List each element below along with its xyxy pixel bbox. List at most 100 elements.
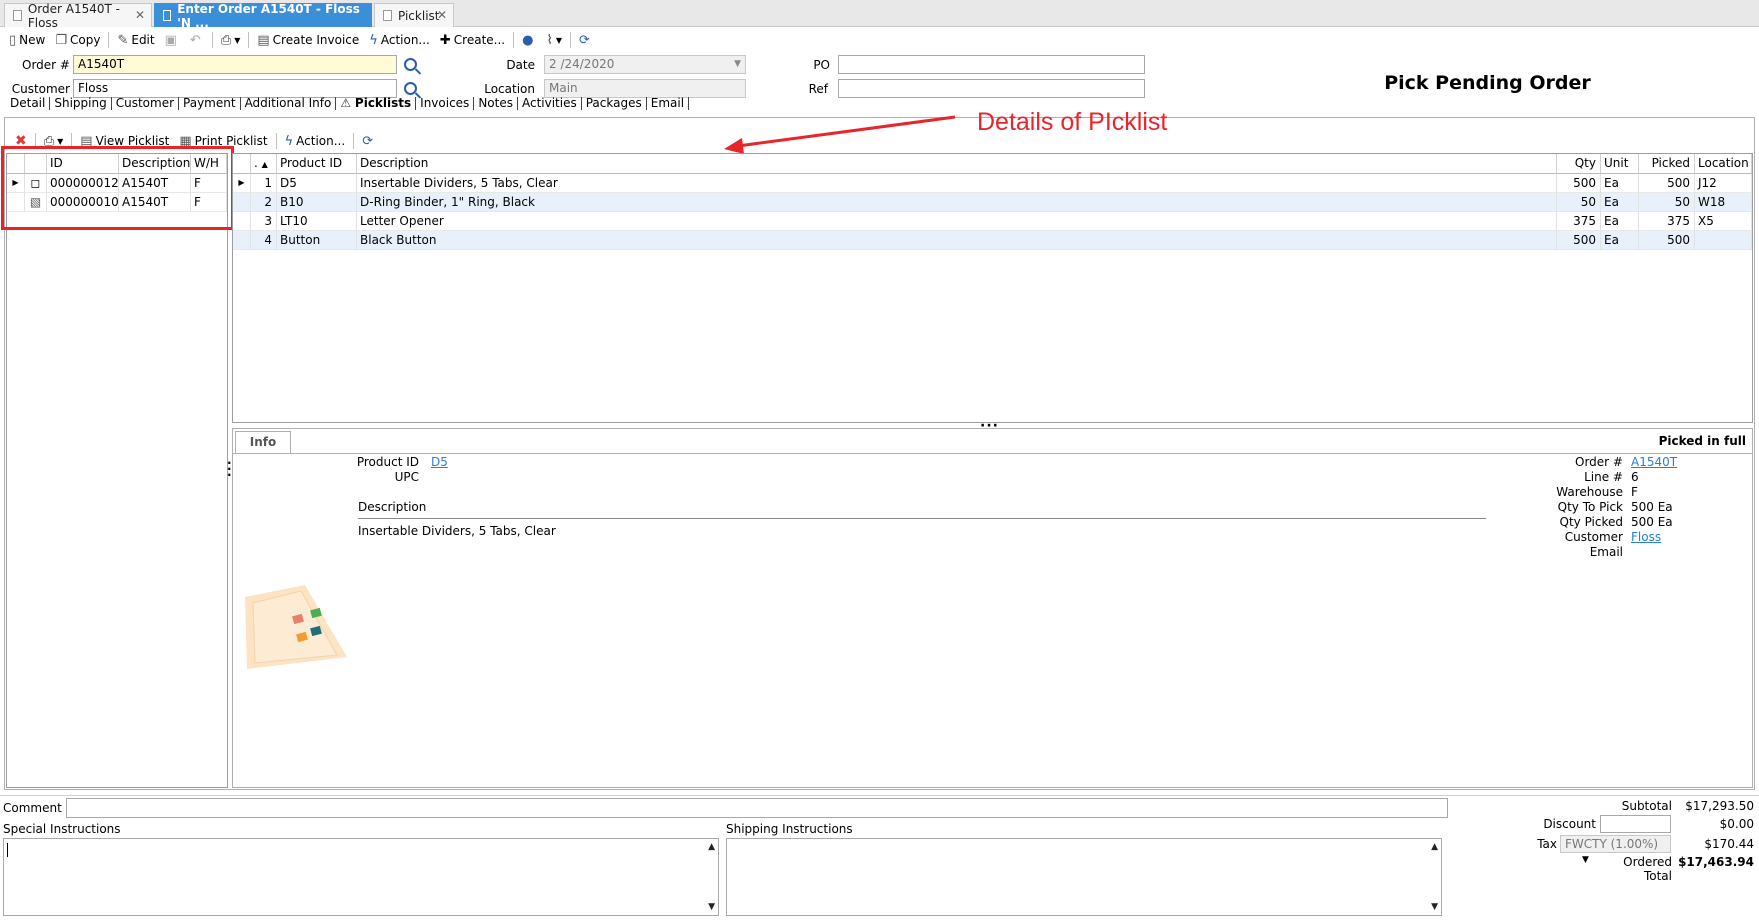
line-qty: 500 bbox=[1557, 231, 1601, 250]
line-description: Letter Opener bbox=[357, 212, 1557, 231]
shipping-instructions-textarea[interactable]: ▲ ▼ bbox=[726, 838, 1442, 916]
special-instructions-textarea[interactable]: ▲ ▼ bbox=[3, 838, 719, 916]
line-picked: 50 bbox=[1639, 193, 1695, 212]
scroll-down-icon[interactable]: ▼ bbox=[708, 902, 715, 912]
info-panel: Info Picked in full Product ID D5 UPC De… bbox=[232, 428, 1753, 788]
refresh-button[interactable]: ⟳ bbox=[574, 30, 598, 50]
lightning-icon: ϟ bbox=[284, 133, 294, 149]
order-number-link[interactable]: A1540T bbox=[1631, 455, 1677, 469]
order-number-field[interactable]: A1540T bbox=[73, 55, 397, 74]
tab-packages[interactable]: Packages bbox=[582, 96, 647, 110]
column-header-product-id[interactable]: Product ID bbox=[277, 154, 357, 174]
line-unit: Ea bbox=[1601, 174, 1639, 193]
copy-button[interactable]: ❐ Copy bbox=[50, 30, 105, 50]
line-qty: 500 bbox=[1557, 174, 1601, 193]
scroll-up-icon[interactable]: ▲ bbox=[708, 842, 715, 852]
description-divider bbox=[358, 518, 1486, 519]
order-number-label: Order # bbox=[1575, 455, 1623, 469]
tax-label: Tax bbox=[1537, 837, 1557, 851]
tab-label: Enter Order A1540T - Floss 'N ... bbox=[177, 1, 360, 30]
shipping-instructions-label: Shipping Instructions bbox=[726, 822, 853, 836]
search-icon[interactable] bbox=[404, 58, 417, 71]
ref-field[interactable] bbox=[838, 79, 1145, 98]
line-location: X5 bbox=[1695, 212, 1752, 231]
scroll-down-icon[interactable]: ▼ bbox=[1431, 902, 1438, 912]
line-product-id: LT10 bbox=[277, 212, 357, 231]
attach-button[interactable]: ⌇ ▼ bbox=[541, 30, 567, 50]
scroll-up-icon[interactable]: ▲ bbox=[1431, 842, 1438, 852]
line-location bbox=[1695, 231, 1752, 250]
tab-customer[interactable]: Customer bbox=[112, 96, 180, 110]
column-header-line-number[interactable]: . ▲ bbox=[251, 154, 277, 174]
tab-notes[interactable]: Notes bbox=[474, 96, 518, 110]
column-header-unit[interactable]: Unit bbox=[1601, 154, 1639, 174]
tab-picklist[interactable]: Picklist ✕ bbox=[374, 3, 454, 27]
qty-to-pick-value: 500 Ea bbox=[1631, 500, 1673, 514]
close-icon[interactable]: ✕ bbox=[135, 8, 145, 22]
printer-icon: ⎙ bbox=[220, 32, 232, 48]
refresh-button[interactable]: ⟳ bbox=[357, 131, 381, 151]
refresh-icon: ⟳ bbox=[362, 133, 374, 149]
toolbar-separator bbox=[569, 32, 571, 48]
tab-payment[interactable]: Payment bbox=[179, 96, 241, 110]
column-header-location[interactable]: Location bbox=[1695, 154, 1752, 174]
tax-code-field[interactable]: FWCTY (1.00%) bbox=[1560, 835, 1671, 853]
toolbar-separator bbox=[353, 133, 355, 149]
dividers-image bbox=[245, 585, 347, 669]
line-description: Insertable Dividers, 5 Tabs, Clear bbox=[357, 174, 1557, 193]
toolbar-separator bbox=[108, 32, 110, 48]
email-label: Email bbox=[1589, 545, 1623, 559]
tab-invoices[interactable]: Invoices bbox=[416, 96, 475, 110]
line-number: 3 bbox=[251, 212, 277, 231]
customer-link[interactable]: Floss bbox=[1631, 530, 1661, 544]
po-field[interactable] bbox=[838, 55, 1145, 74]
edit-button[interactable]: ✎ Edit bbox=[112, 30, 159, 50]
date-field[interactable]: 2 /24/2020 ▼ bbox=[544, 55, 746, 74]
splitter-handle[interactable]: · · · bbox=[227, 457, 232, 481]
action-label: Action... bbox=[380, 33, 430, 47]
chevron-down-icon[interactable]: ▼ bbox=[734, 57, 741, 72]
tab-info[interactable]: Info bbox=[235, 431, 291, 453]
contacts-button[interactable]: ● bbox=[517, 30, 541, 50]
discount-field[interactable] bbox=[1600, 815, 1671, 833]
action-button[interactable]: ϟ Action... bbox=[364, 30, 435, 50]
product-id-link[interactable]: D5 bbox=[431, 455, 448, 469]
tab-picklists[interactable]: ⚠ Picklists bbox=[336, 96, 417, 110]
ordered-total-value: $17,463.94 bbox=[1678, 855, 1754, 869]
tab-enter-order[interactable]: Enter Order A1540T - Floss 'N ... bbox=[154, 1, 372, 30]
toolbar-separator bbox=[211, 32, 213, 48]
edit-label: Edit bbox=[131, 33, 155, 47]
order-status-title: Pick Pending Order bbox=[1384, 72, 1591, 94]
undo-button[interactable]: ↶ bbox=[185, 30, 209, 50]
row-indicator bbox=[233, 193, 251, 212]
tab-activities[interactable]: Activities bbox=[518, 96, 582, 110]
chevron-down-icon[interactable]: ▼ bbox=[1582, 855, 1589, 865]
line-picked: 500 bbox=[1639, 174, 1695, 193]
copy-label: Copy bbox=[70, 33, 101, 47]
create-invoice-button[interactable]: ▤ Create Invoice bbox=[252, 30, 364, 50]
tab-email[interactable]: Email bbox=[647, 96, 690, 110]
column-header-picked[interactable]: Picked bbox=[1639, 154, 1695, 174]
picklist-action-button[interactable]: ϟ Action... bbox=[280, 131, 351, 151]
tab-order-a1540t[interactable]: Order A1540T - Floss ✕ bbox=[4, 2, 152, 30]
tab-additional-info[interactable]: Additional Info bbox=[241, 96, 337, 110]
warehouse-label: Warehouse bbox=[1556, 485, 1623, 499]
save-icon: ▣ bbox=[164, 32, 177, 48]
close-icon[interactable]: ✕ bbox=[437, 8, 447, 22]
save-button[interactable]: ▣ bbox=[160, 30, 185, 50]
toolbar-separator bbox=[248, 32, 250, 48]
copy-icon: ❐ bbox=[55, 32, 67, 48]
new-button[interactable]: ▯ New bbox=[4, 30, 50, 50]
pick-status-text: Picked in full bbox=[1658, 434, 1746, 448]
picklist-action-label: Action... bbox=[296, 134, 346, 148]
create-button[interactable]: ✚ Create... bbox=[435, 30, 510, 50]
print-button[interactable]: ⎙ ▼ bbox=[216, 30, 246, 50]
tax-value: $170.44 bbox=[1704, 837, 1754, 851]
column-header-description[interactable]: Description bbox=[357, 154, 1557, 174]
sort-ascending-icon: ▲ bbox=[261, 160, 268, 169]
comment-field[interactable] bbox=[66, 798, 1448, 818]
tab-shipping[interactable]: Shipping bbox=[50, 96, 112, 110]
column-header-qty[interactable]: Qty bbox=[1557, 154, 1601, 174]
tab-detail[interactable]: Detail bbox=[6, 96, 51, 110]
refresh-icon: ⟳ bbox=[578, 32, 590, 48]
